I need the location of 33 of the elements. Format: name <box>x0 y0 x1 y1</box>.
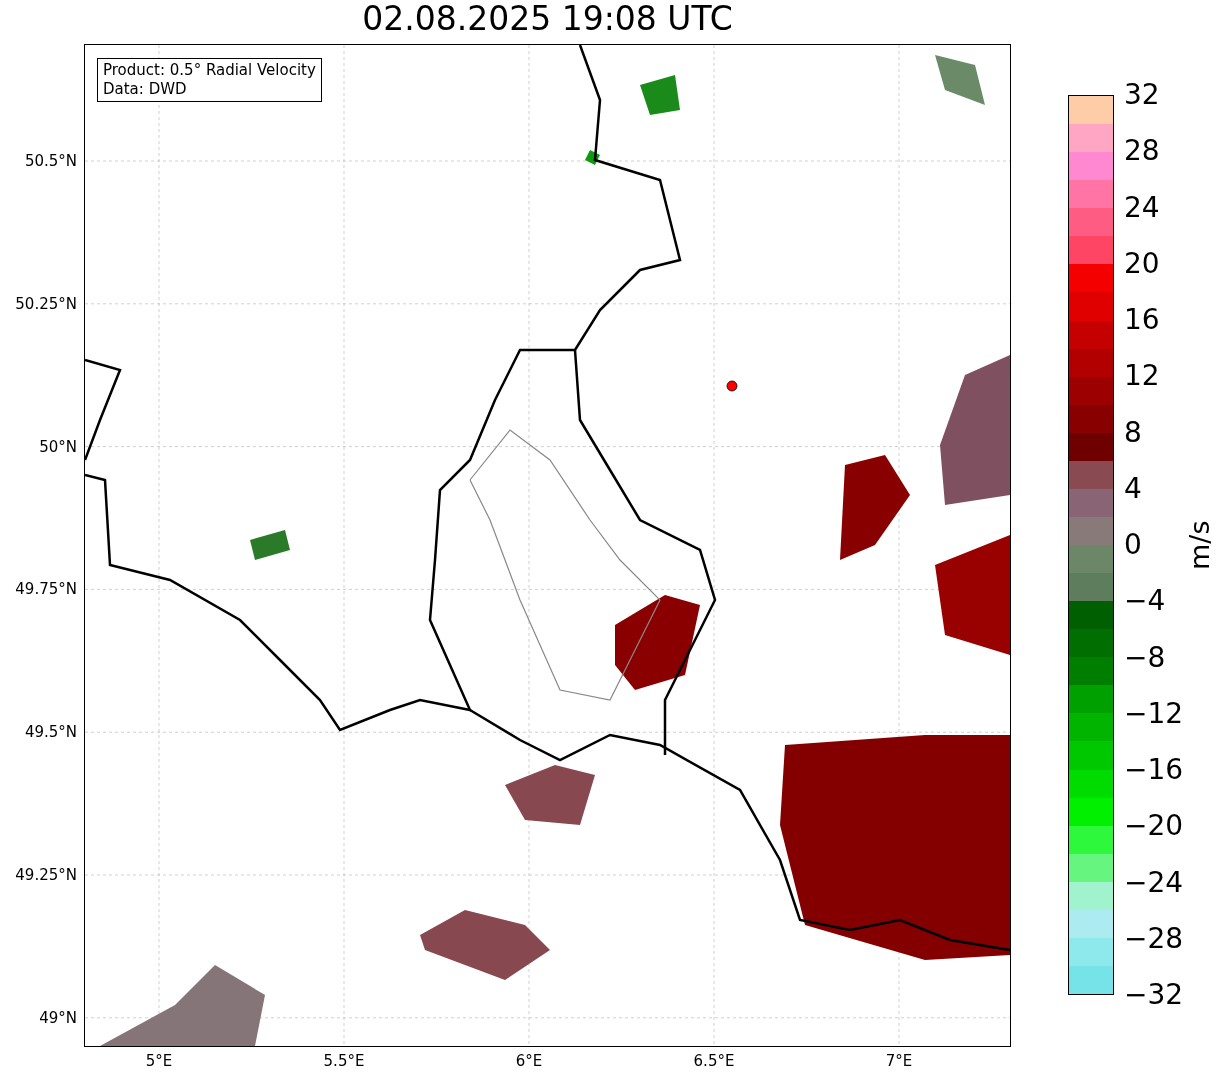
colorbar-label: m/s <box>1184 520 1215 570</box>
colorbar-tick-label: 20 <box>1123 247 1160 280</box>
colorbar-tick-label: −8 <box>1123 641 1166 674</box>
colorbar-tick-label: −20 <box>1123 810 1184 843</box>
chart-title: 02.08.2025 19:08 UTC <box>361 0 734 40</box>
colorbar-tick-label: −28 <box>1123 922 1184 955</box>
latitude-label: 49.75°N <box>15 580 77 599</box>
info-text: Data: DWD <box>103 80 188 99</box>
latitude-label: 49.25°N <box>15 866 77 884</box>
colorbar-tick-label: 12 <box>1123 360 1160 393</box>
colorbar-tick-label: −12 <box>1123 697 1184 730</box>
longitude-label: 5°E <box>144 1052 174 1070</box>
colorbar-tick-label: −24 <box>1123 866 1184 899</box>
latitude-label: 50.25°N <box>15 294 77 313</box>
colorbar-tick-label: 4 <box>1123 472 1142 505</box>
colorbar-tick-label: 28 <box>1123 135 1160 168</box>
colorbar-tick-label: 32 <box>1123 79 1160 111</box>
longitude-label: 7°E <box>884 1052 914 1070</box>
longitude-label: 5.5°E <box>322 1052 366 1070</box>
colorbar-tick-label: −4 <box>1123 585 1166 618</box>
colorbar-tick-label: 24 <box>1123 191 1160 224</box>
longitude-label: 6.5°E <box>692 1052 736 1070</box>
colorbar-tick-label: −16 <box>1123 754 1184 786</box>
latitude-label: 49.5°N <box>24 723 77 742</box>
longitude-label: 6°E <box>514 1052 544 1070</box>
latitude-label: 49°N <box>39 1008 77 1027</box>
colorbar-tick-label: 0 <box>1123 529 1142 561</box>
latitude-label: 50.5°N <box>24 152 77 170</box>
latitude-label: 50°N <box>39 437 77 456</box>
colorbar-tick-label: 8 <box>1123 416 1142 449</box>
info-text: Product: 0.5° Radial Velocity <box>103 61 316 80</box>
colorbar-tick-label: 16 <box>1123 304 1160 336</box>
colorbar-tick-label: −32 <box>1123 979 1184 1011</box>
